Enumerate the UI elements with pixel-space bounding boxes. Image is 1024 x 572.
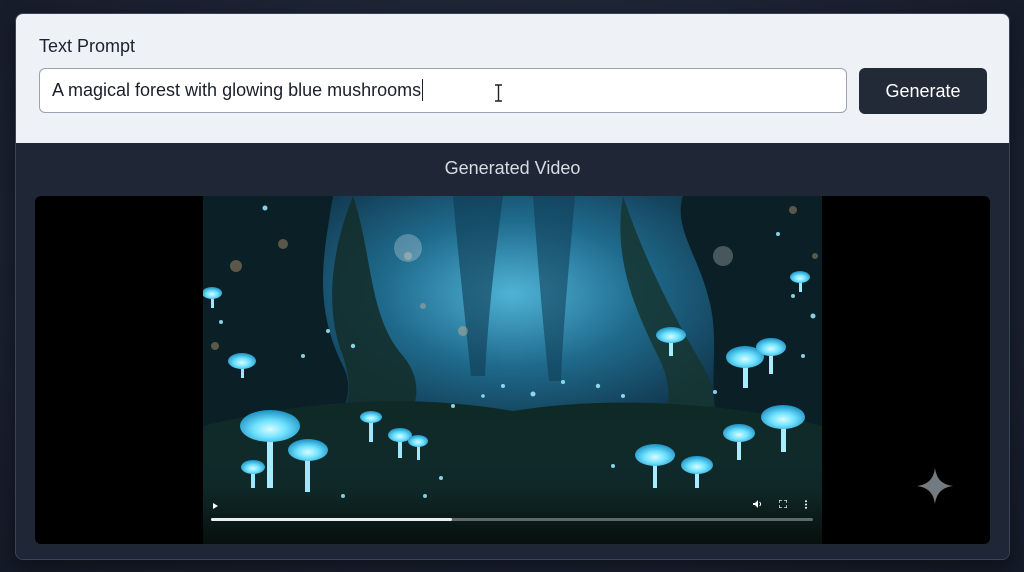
volume-icon[interactable] — [753, 500, 763, 508]
text-cursor-icon — [495, 84, 502, 102]
video-title: Generated Video — [444, 158, 581, 178]
text-caret — [422, 78, 424, 101]
prompt-label: Text Prompt — [39, 36, 136, 56]
prompt-input-value: A magical forest with glowing blue mushr… — [52, 80, 422, 100]
video-progress-fill — [211, 518, 452, 521]
video-progress-bar[interactable] — [211, 518, 813, 521]
video-generator-card: Text Prompt A magical forest with glowin… — [15, 13, 1010, 560]
video-section: Generated Video — [16, 143, 1009, 559]
fullscreen-icon[interactable] — [779, 500, 787, 508]
video-controls — [203, 492, 822, 544]
prompt-panel: Text Prompt A magical forest with glowin… — [16, 14, 1009, 143]
prompt-input[interactable]: A magical forest with glowing blue mushr… — [39, 68, 847, 113]
video-player[interactable] — [35, 196, 990, 544]
sparkle-icon — [917, 468, 953, 504]
play-icon[interactable] — [213, 503, 218, 509]
more-icon[interactable] — [804, 500, 808, 509]
generate-button[interactable]: Generate — [859, 68, 987, 114]
